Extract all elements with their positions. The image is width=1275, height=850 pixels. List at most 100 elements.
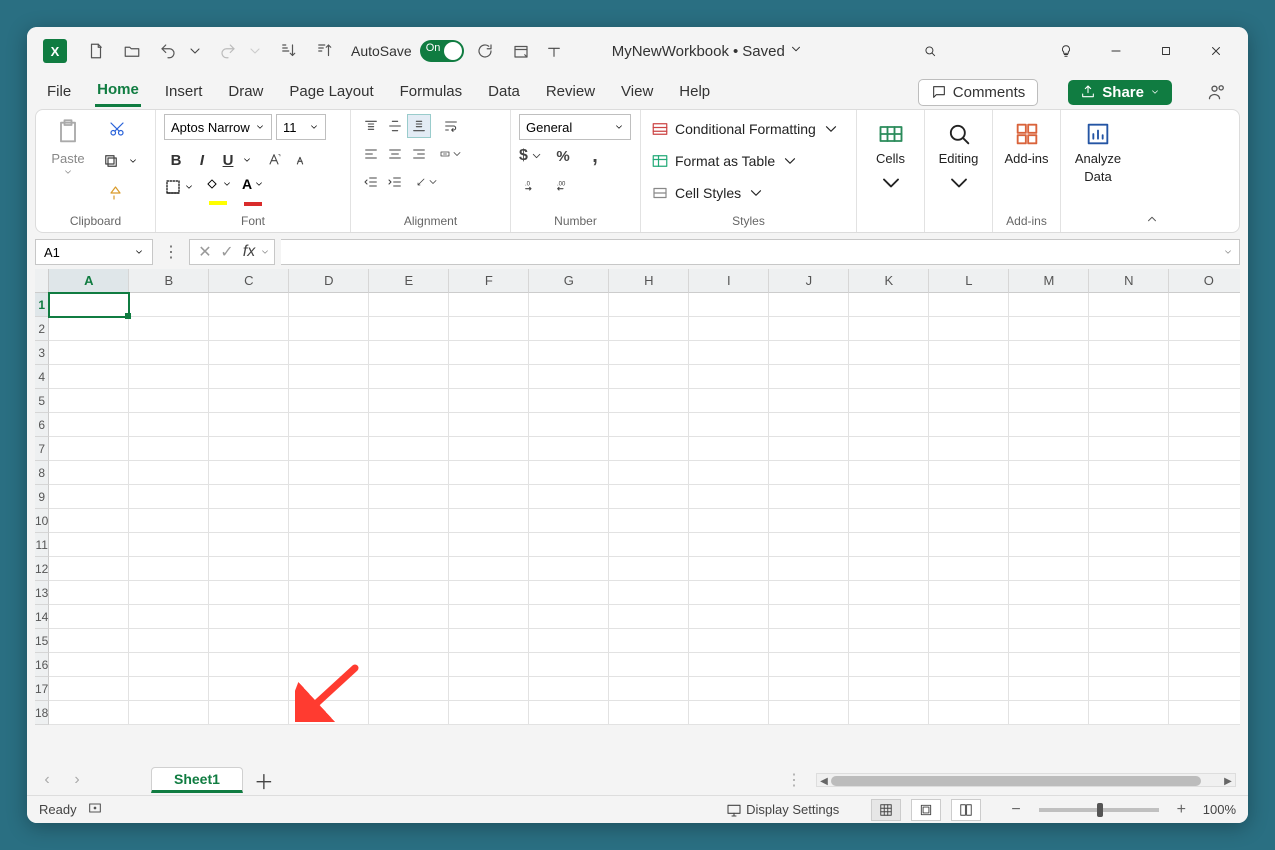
cell[interactable] [49, 605, 129, 629]
cell[interactable] [209, 437, 289, 461]
cell[interactable] [289, 653, 369, 677]
cell[interactable] [209, 653, 289, 677]
cell[interactable] [929, 701, 1009, 725]
undo-dropdown-icon[interactable] [183, 39, 207, 63]
row-header[interactable]: 5 [35, 389, 49, 413]
cell[interactable] [369, 413, 449, 437]
cell[interactable] [1089, 461, 1169, 485]
cell[interactable] [449, 605, 529, 629]
cell[interactable] [849, 605, 929, 629]
cell[interactable] [369, 485, 449, 509]
row-header[interactable]: 10 [35, 509, 49, 533]
cell[interactable] [1089, 701, 1169, 725]
cell[interactable] [369, 677, 449, 701]
cell[interactable] [769, 461, 849, 485]
zoom-out-icon[interactable]: − [1011, 801, 1020, 819]
cell[interactable] [529, 389, 609, 413]
cell[interactable] [209, 365, 289, 389]
cell[interactable] [769, 509, 849, 533]
cell[interactable] [689, 389, 769, 413]
comma-format-icon[interactable]: , [583, 144, 607, 168]
row-header[interactable]: 7 [35, 437, 49, 461]
cell[interactable] [289, 605, 369, 629]
chevron-down-icon[interactable] [128, 156, 138, 166]
column-header[interactable]: C [209, 269, 289, 293]
cell[interactable] [849, 485, 929, 509]
cell[interactable] [529, 365, 609, 389]
document-title[interactable]: MyNewWorkbook • Saved [572, 42, 902, 60]
qat-customize-icon[interactable] [542, 39, 566, 63]
cell[interactable] [529, 581, 609, 605]
cell[interactable] [849, 629, 929, 653]
cell[interactable] [369, 557, 449, 581]
sort-desc-icon[interactable] [309, 36, 339, 66]
cell[interactable] [929, 557, 1009, 581]
fx-icon[interactable]: fx [238, 240, 260, 264]
lightbulb-icon[interactable] [1044, 29, 1088, 73]
tab-formulas[interactable]: Formulas [398, 79, 465, 106]
cell[interactable] [449, 413, 529, 437]
sheet-nav-next-icon[interactable]: › [65, 768, 89, 792]
cell[interactable] [1009, 389, 1089, 413]
cell[interactable] [1169, 485, 1240, 509]
cell[interactable] [1009, 293, 1089, 317]
column-header[interactable]: M [1009, 269, 1089, 293]
comments-button[interactable]: Comments [918, 79, 1039, 106]
cell[interactable] [609, 701, 689, 725]
cell[interactable] [289, 461, 369, 485]
cell[interactable] [289, 389, 369, 413]
scroll-right-icon[interactable]: ▶ [1221, 774, 1235, 788]
close-button[interactable] [1194, 29, 1238, 73]
column-header[interactable]: G [529, 269, 609, 293]
cell[interactable] [929, 677, 1009, 701]
cell[interactable] [289, 341, 369, 365]
cell[interactable] [369, 341, 449, 365]
cell[interactable] [1089, 581, 1169, 605]
cell[interactable] [289, 437, 369, 461]
add-sheet-button[interactable]: ＋ [249, 765, 279, 795]
cell[interactable] [129, 413, 209, 437]
conditional-formatting-button[interactable]: Conditional Formatting [649, 114, 842, 144]
row-header[interactable]: 15 [35, 629, 49, 653]
cell[interactable] [49, 461, 129, 485]
cell[interactable] [529, 557, 609, 581]
cell[interactable] [1089, 485, 1169, 509]
cell[interactable] [609, 509, 689, 533]
sort-asc-icon[interactable] [273, 36, 303, 66]
cell[interactable] [1009, 605, 1089, 629]
cell[interactable] [129, 509, 209, 533]
scrollbar-thumb[interactable] [831, 776, 1201, 786]
undo-button[interactable] [153, 36, 183, 66]
row-header[interactable]: 4 [35, 365, 49, 389]
cell[interactable] [1169, 557, 1240, 581]
column-header[interactable]: N [1089, 269, 1169, 293]
cell[interactable] [369, 293, 449, 317]
cell[interactable] [49, 437, 129, 461]
column-header[interactable]: K [849, 269, 929, 293]
cell[interactable] [769, 605, 849, 629]
cell[interactable] [449, 389, 529, 413]
cell[interactable] [769, 653, 849, 677]
cell[interactable] [769, 317, 849, 341]
cell[interactable] [1089, 293, 1169, 317]
cell[interactable] [689, 533, 769, 557]
cell[interactable] [929, 437, 1009, 461]
cell[interactable] [849, 509, 929, 533]
cell[interactable] [129, 293, 209, 317]
cell[interactable] [129, 485, 209, 509]
cell[interactable] [209, 629, 289, 653]
cell[interactable] [209, 677, 289, 701]
open-file-icon[interactable] [117, 36, 147, 66]
cell[interactable] [849, 341, 929, 365]
page-break-view-icon[interactable] [951, 799, 981, 821]
cell[interactable] [849, 653, 929, 677]
cell[interactable] [1089, 629, 1169, 653]
share-button[interactable]: Share [1068, 80, 1172, 105]
redo-button[interactable] [213, 36, 243, 66]
row-header[interactable]: 2 [35, 317, 49, 341]
redo-dropdown-icon[interactable] [243, 39, 267, 63]
cell[interactable] [1009, 317, 1089, 341]
cell[interactable] [129, 557, 209, 581]
cell[interactable] [1009, 629, 1089, 653]
tab-draw[interactable]: Draw [226, 79, 265, 106]
